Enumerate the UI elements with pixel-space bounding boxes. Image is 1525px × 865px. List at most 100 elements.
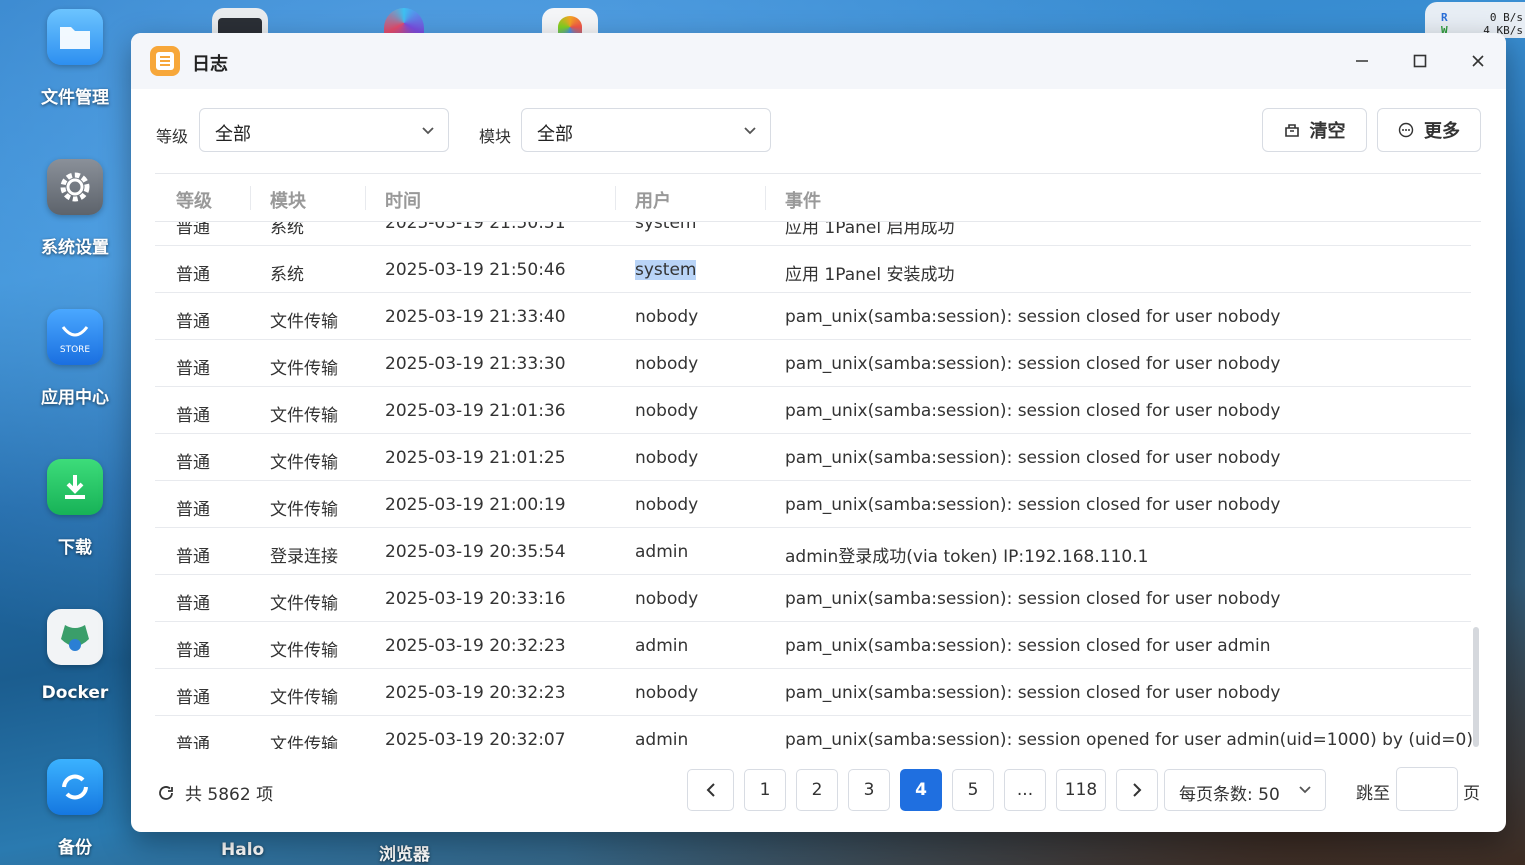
cell-time: 2025-03-19 21:50:46 xyxy=(385,260,566,280)
chevron-left-icon xyxy=(706,783,715,797)
desktop-icon-docker[interactable]: Docker xyxy=(40,609,110,703)
window-titlebar[interactable]: 日志 xyxy=(131,33,1506,89)
table-row[interactable]: 普通 文件传输 2025-03-19 21:01:36 nobody pam_u… xyxy=(155,387,1471,434)
table-row[interactable]: 普通 文件传输 2025-03-19 21:33:30 nobody pam_u… xyxy=(155,340,1471,387)
desktop-icon-file-manager[interactable]: 文件管理 xyxy=(40,9,110,108)
cell-time: 2025-03-19 20:32:07 xyxy=(385,730,566,749)
cell-time: 2025-03-19 21:33:30 xyxy=(385,354,566,374)
table-row[interactable]: 普通 文件传输 2025-03-19 21:00:19 nobody pam_u… xyxy=(155,481,1471,528)
docker-icon xyxy=(47,609,103,665)
level-select-value: 全部 xyxy=(215,124,251,145)
desktop-icon-label: 下载 xyxy=(58,538,92,558)
page-size-value: 每页条数: 50 xyxy=(1179,785,1280,805)
read-speed: 0 B/s xyxy=(1489,11,1523,24)
desktop-icon-backup[interactable]: 备份 xyxy=(40,759,110,858)
table-row[interactable]: 普通 系统 2025-03-19 21:50:46 system 应用 1Pan… xyxy=(155,246,1471,293)
desktop-icon-settings[interactable]: 系统设置 xyxy=(40,159,110,258)
store-icon: STORE xyxy=(47,309,103,365)
cell-user: system xyxy=(635,260,697,280)
maximize-button[interactable] xyxy=(1407,48,1433,74)
cell-event: pam_unix(samba:session): session closed … xyxy=(785,448,1281,468)
more-button[interactable]: 更多 xyxy=(1377,108,1481,152)
cell-event: pam_unix(samba:session): session closed … xyxy=(785,495,1281,515)
backup-icon xyxy=(47,759,103,815)
cell-level: 普通 xyxy=(176,547,210,567)
total-count: 共 5862 项 xyxy=(157,780,273,805)
log-table-body: 普通 系统 2025-03-19 21:50:51 system 应用 1Pan… xyxy=(155,199,1473,749)
cell-module: 文件传输 xyxy=(270,500,338,520)
cell-level: 普通 xyxy=(176,688,210,708)
chevron-down-icon xyxy=(1299,786,1311,794)
table-row[interactable]: 普通 登录连接 2025-03-19 20:35:54 admin admin登… xyxy=(155,528,1471,575)
cell-level: 普通 xyxy=(176,735,210,749)
desktop-label-halo[interactable]: Halo xyxy=(221,840,264,860)
minimize-icon xyxy=(1356,60,1368,62)
page-button[interactable]: 1 xyxy=(744,769,786,811)
read-label: R xyxy=(1441,11,1448,24)
desktop-icon-app-center[interactable]: STORE 应用中心 xyxy=(40,309,110,408)
chevron-down-icon xyxy=(422,127,434,135)
module-select[interactable]: 全部 xyxy=(521,108,771,152)
cell-time: 2025-03-19 21:01:36 xyxy=(385,401,566,421)
jump-page-input[interactable] xyxy=(1396,767,1458,811)
cell-time: 2025-03-19 20:33:16 xyxy=(385,589,566,609)
cell-event: pam_unix(samba:session): session closed … xyxy=(785,636,1271,656)
table-row[interactable]: 普通 文件传输 2025-03-19 21:33:40 nobody pam_u… xyxy=(155,293,1471,340)
cell-module: 文件传输 xyxy=(270,359,338,379)
window-title: 日志 xyxy=(192,54,228,75)
clear-button[interactable]: 清空 xyxy=(1262,108,1367,152)
desktop-label-browser[interactable]: 浏览器 xyxy=(379,840,430,865)
desktop-icon-label: Docker xyxy=(41,683,109,703)
column-header-user[interactable]: 用户 xyxy=(635,187,671,213)
table-row[interactable]: 普通 文件传输 2025-03-19 20:32:23 nobody pam_u… xyxy=(155,669,1471,716)
desktop-icon-download[interactable]: 下载 xyxy=(40,459,110,558)
page-button[interactable]: 3 xyxy=(848,769,890,811)
cell-time: 2025-03-19 21:00:19 xyxy=(385,495,566,515)
table-row[interactable]: 普通 文件传输 2025-03-19 21:01:25 nobody pam_u… xyxy=(155,434,1471,481)
log-window: 日志 等级 全部 模块 全部 清空 更多 普通 系统 2025-03-19 21… xyxy=(131,33,1506,832)
prev-page-button[interactable] xyxy=(687,769,734,811)
clear-icon xyxy=(1284,124,1299,137)
log-app-icon xyxy=(150,46,180,76)
table-scrollbar[interactable] xyxy=(1473,627,1479,747)
cell-level: 普通 xyxy=(176,406,210,426)
total-count-text: 共 5862 项 xyxy=(185,785,274,805)
table-row[interactable]: 普通 文件传输 2025-03-19 20:32:23 admin pam_un… xyxy=(155,622,1471,669)
cell-user: nobody xyxy=(635,354,699,374)
minimize-button[interactable] xyxy=(1349,48,1375,74)
close-button[interactable] xyxy=(1465,48,1491,74)
desktop-icon-label: 系统设置 xyxy=(41,238,109,258)
cell-user: nobody xyxy=(635,401,699,421)
cell-user: admin xyxy=(635,636,689,656)
column-header-time[interactable]: 时间 xyxy=(385,187,421,213)
cell-module: 文件传输 xyxy=(270,641,338,661)
cell-level: 普通 xyxy=(176,641,210,661)
column-header-level[interactable]: 等级 xyxy=(176,187,212,213)
page-button[interactable]: 118 xyxy=(1056,769,1106,811)
cell-time: 2025-03-19 20:35:54 xyxy=(385,542,566,562)
chevron-down-icon xyxy=(744,127,756,135)
cell-time: 2025-03-19 20:32:23 xyxy=(385,683,566,703)
cell-event: 应用 1Panel 安装成功 xyxy=(785,265,955,285)
cell-level: 普通 xyxy=(176,594,210,614)
cell-module: 文件传输 xyxy=(270,735,338,749)
cell-level: 普通 xyxy=(176,265,210,285)
page-ellipsis-button[interactable]: ... xyxy=(1004,769,1046,811)
page-button[interactable]: 2 xyxy=(796,769,838,811)
page-size-select[interactable]: 每页条数: 50 xyxy=(1164,769,1326,811)
cell-event: pam_unix(samba:session): session closed … xyxy=(785,683,1281,703)
refresh-icon[interactable] xyxy=(157,784,175,802)
column-header-module[interactable]: 模块 xyxy=(270,187,306,213)
cell-time: 2025-03-19 21:33:40 xyxy=(385,307,566,327)
module-filter-label: 模块 xyxy=(479,127,512,146)
level-select[interactable]: 全部 xyxy=(199,108,449,152)
cell-event: pam_unix(samba:session): session closed … xyxy=(785,589,1281,609)
column-header-event[interactable]: 事件 xyxy=(785,187,821,213)
page-button-current[interactable]: 4 xyxy=(900,769,942,811)
table-row[interactable]: 普通 文件传输 2025-03-19 20:33:16 nobody pam_u… xyxy=(155,575,1471,622)
cell-module: 登录连接 xyxy=(270,547,338,567)
next-page-button[interactable] xyxy=(1116,769,1158,811)
table-row[interactable]: 普通 文件传输 2025-03-19 20:32:07 admin pam_un… xyxy=(155,716,1473,749)
page-button[interactable]: 5 xyxy=(952,769,994,811)
more-icon xyxy=(1398,122,1414,138)
